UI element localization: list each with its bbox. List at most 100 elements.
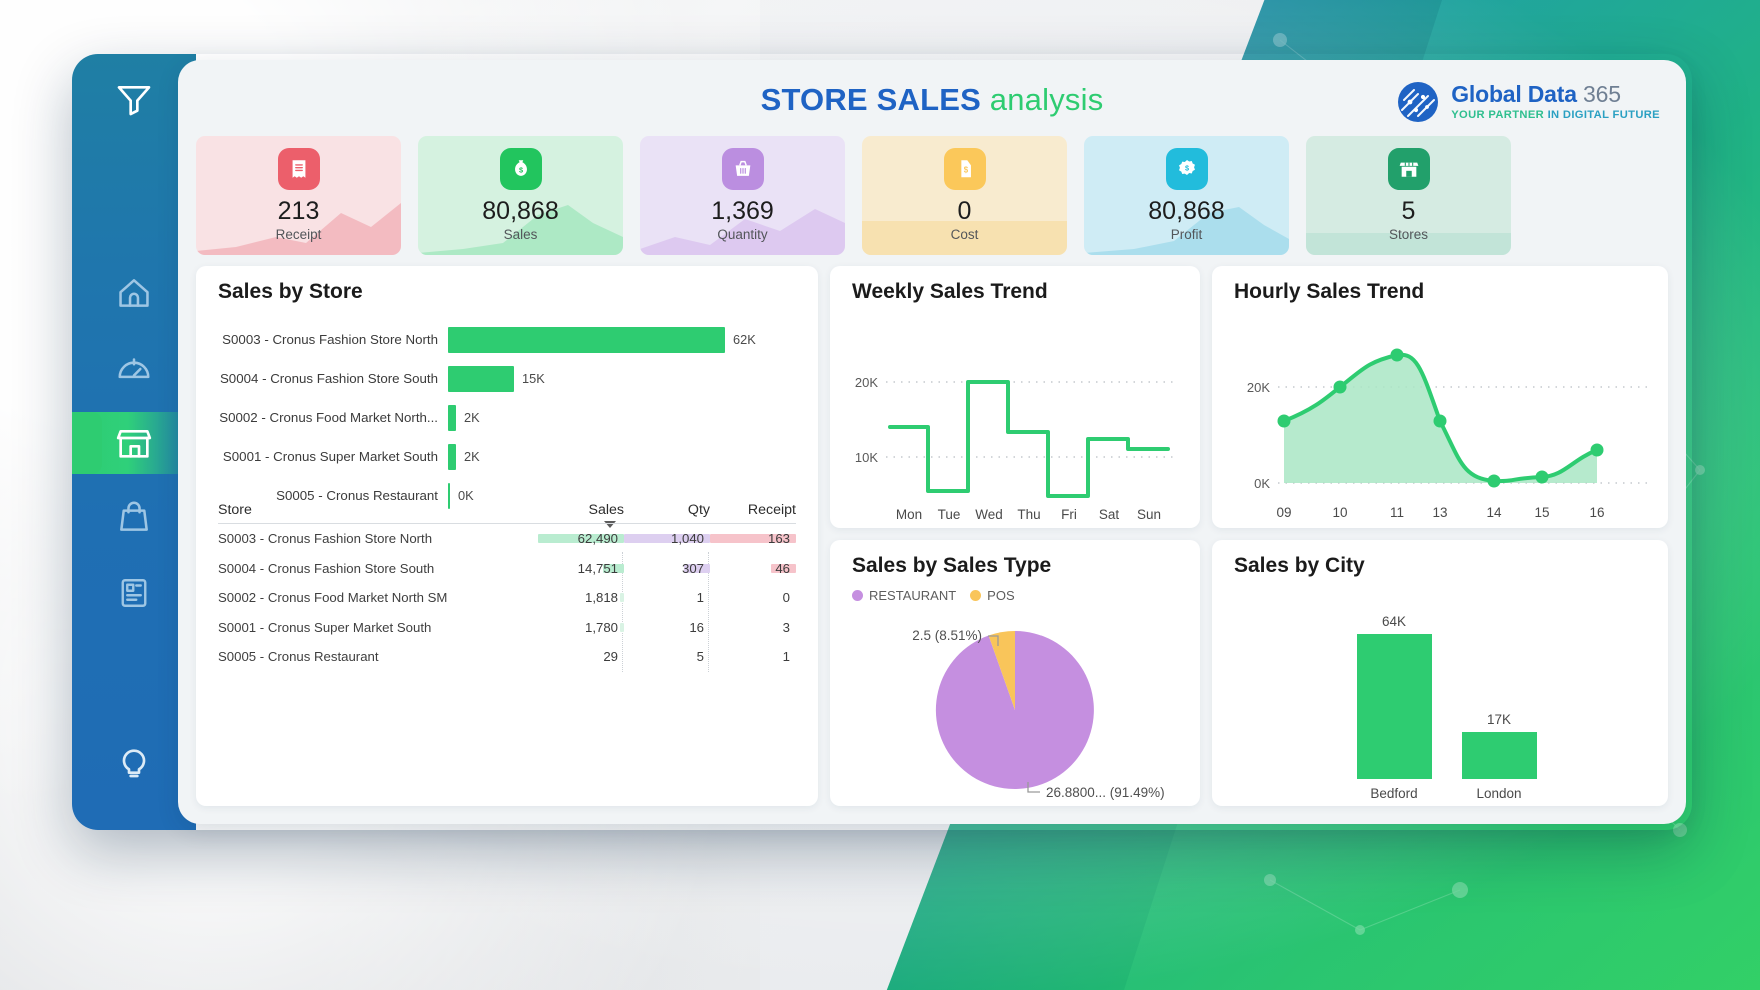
kpi-row: 213 Receipt $ 80,868 Sales 1,369 Quantit… — [196, 136, 1511, 255]
column-header-sales[interactable]: Sales — [538, 502, 624, 528]
cell-store: S0004 - Cronus Fashion Store South — [218, 560, 435, 576]
filter-icon — [117, 86, 151, 116]
column-header-receipt[interactable]: Receipt — [710, 502, 796, 518]
table-row[interactable]: S0005 - Cronus Restaurant 29 5 1 — [218, 642, 796, 672]
logo-name: Global Data — [1451, 80, 1584, 107]
cell-store: S0005 - Cronus Restaurant — [218, 649, 379, 665]
card-title: Sales by Sales Type — [852, 554, 1052, 577]
y-tick-20k: 20K — [1247, 380, 1270, 395]
bar-label: S0004 - Cronus Fashion Store South — [219, 371, 438, 386]
cell-store: S0001 - Cronus Super Market South — [218, 619, 432, 635]
x-tick-11: 11 — [1390, 505, 1404, 520]
bar-label: S0002 - Cronus Food Market North... — [219, 410, 438, 425]
storefront-icon — [1387, 148, 1430, 190]
cell-qty: 1,040 — [624, 531, 710, 546]
kpi-label: Quantity — [717, 227, 768, 242]
kpi-card-sales[interactable]: $ 80,868 Sales — [418, 136, 623, 255]
column-header-store[interactable]: Store — [218, 502, 538, 518]
sales-by-type-card: Sales by Sales Type RESTAURANT POS 2.5 (… — [830, 540, 1200, 806]
x-tick-tue: Tue — [938, 507, 961, 522]
table-row[interactable]: S0004 - Cronus Fashion Store South 14,75… — [218, 554, 796, 584]
bar-row[interactable]: S0001 - Cronus Super Market South 2K — [196, 437, 818, 476]
bar-row[interactable]: S0002 - Cronus Food Market North... 2K — [196, 398, 818, 437]
table-header-row: Store Sales Qty Receipt — [218, 502, 796, 528]
legend-swatch — [970, 590, 982, 601]
cell-qty: 1 — [624, 590, 710, 605]
kpi-value: 1,369 — [711, 197, 774, 225]
bar-bedford — [1357, 634, 1432, 779]
receipt-icon — [277, 148, 320, 190]
weekly-sales-trend-card: Weekly Sales Trend 20K 10K Mon Tue Wed T… — [830, 266, 1200, 528]
x-tick-mon: Mon — [896, 507, 922, 522]
card-title: Weekly Sales Trend — [852, 280, 1048, 303]
gauge-icon — [118, 358, 150, 379]
x-tick-13: 13 — [1432, 505, 1447, 520]
store-table: Store Sales Qty Receipt S0003 - Cronus F… — [218, 502, 796, 672]
hourly-area-chart[interactable]: 20K 0K 09 10 11 13 14 15 16 — [1212, 310, 1668, 528]
legend-item-pos[interactable]: POS — [970, 588, 1015, 603]
column-header-qty[interactable]: Qty — [624, 502, 710, 518]
pie-chart[interactable]: 2.5 (8.51%) 26.8800... (91.49%) — [830, 614, 1200, 804]
x-tick-15: 15 — [1534, 505, 1549, 520]
x-tick-sun: Sun — [1137, 507, 1161, 522]
kpi-value: 80,868 — [1148, 197, 1225, 225]
bar-value-london: 17K — [1487, 712, 1511, 727]
cell-sales: 14,751 — [538, 561, 624, 576]
bar-row[interactable]: S0003 - Cronus Fashion Store North 62K — [196, 320, 818, 359]
city-bar-chart[interactable]: 64K 17K Bedford London — [1212, 584, 1668, 802]
step-line — [888, 380, 1170, 498]
cell-qty: 5 — [624, 649, 710, 664]
cell-sales-value: 14,751 — [577, 560, 618, 576]
kpi-label: Cost — [950, 227, 979, 242]
cell-qty-value: 1 — [696, 590, 704, 606]
table-row[interactable]: S0003 - Cronus Fashion Store North 62,49… — [218, 524, 796, 554]
kpi-card-cost[interactable]: $ 0 Cost — [862, 136, 1067, 255]
logo-tagline-b: IN DIGITAL FUTURE — [1547, 108, 1660, 121]
cell-sales-value: 62,490 — [577, 531, 618, 547]
bar-value: 2K — [464, 410, 480, 425]
cell-qty-value: 1,040 — [670, 531, 704, 547]
cell-sales: 29 — [538, 649, 624, 664]
kpi-label: Stores — [1388, 227, 1429, 242]
badge-dollar-icon: $ — [1165, 148, 1208, 190]
cell-receipt: 3 — [710, 620, 796, 635]
price-tag-icon: $ — [943, 148, 986, 190]
cell-store: S0002 - Cronus Food Market North SM — [218, 590, 448, 606]
table-row[interactable]: S0002 - Cronus Food Market North SM 1,81… — [218, 583, 796, 613]
cell-sales-value: 1,780 — [584, 619, 618, 635]
legend-item-restaurant[interactable]: RESTAURANT — [852, 588, 956, 603]
weekly-step-chart[interactable]: 20K 10K Mon Tue Wed Thu Fri Sat Sun — [830, 310, 1200, 528]
pie-callout-pos: 2.5 (8.51%) — [912, 628, 982, 643]
svg-text:$: $ — [963, 166, 968, 175]
cell-qty: 307 — [624, 561, 710, 576]
cell-receipt: 0 — [710, 590, 796, 605]
x-tick-14: 14 — [1486, 505, 1502, 520]
cell-receipt-value: 3 — [782, 619, 790, 635]
kpi-card-quantity[interactable]: 1,369 Quantity — [640, 136, 845, 255]
x-tick-fri: Fri — [1061, 507, 1077, 522]
globe-network-icon — [1398, 82, 1439, 122]
basket-icon — [721, 148, 764, 190]
table-row[interactable]: S0001 - Cronus Super Market South 1,780 … — [218, 613, 796, 643]
cell-receipt-value: 0 — [782, 590, 790, 606]
cell-sales-value: 1,818 — [584, 590, 618, 606]
x-tick-london: London — [1476, 786, 1521, 801]
kpi-value: 80,868 — [482, 197, 559, 225]
card-title: Sales by City — [1234, 554, 1365, 577]
cell-sales-value: 29 — [603, 649, 618, 665]
kpi-card-receipt[interactable]: 213 Receipt — [196, 136, 401, 255]
card-title: Hourly Sales Trend — [1234, 280, 1425, 303]
legend-swatch — [852, 590, 863, 601]
bar-row[interactable]: S0004 - Cronus Fashion Store South 15K — [196, 359, 818, 398]
x-tick-sat: Sat — [1099, 507, 1120, 522]
bar-label: S0003 - Cronus Fashion Store North — [222, 332, 438, 347]
svg-text:$: $ — [518, 166, 522, 175]
kpi-card-stores[interactable]: 5 Stores — [1306, 136, 1511, 255]
kpi-card-profit[interactable]: $ 80,868 Profit — [1084, 136, 1289, 255]
logo-text: Global Data 365 YOUR PARTNER IN DIGITAL … — [1451, 80, 1660, 121]
x-tick-thu: Thu — [1017, 507, 1040, 522]
sales-by-store-bars: S0003 - Cronus Fashion Store North 62K S… — [196, 320, 818, 515]
bar-value: 0K — [458, 488, 474, 503]
bar-fill — [448, 365, 514, 392]
pie-callout-restaurant: 26.8800... (91.49%) — [1046, 785, 1165, 800]
